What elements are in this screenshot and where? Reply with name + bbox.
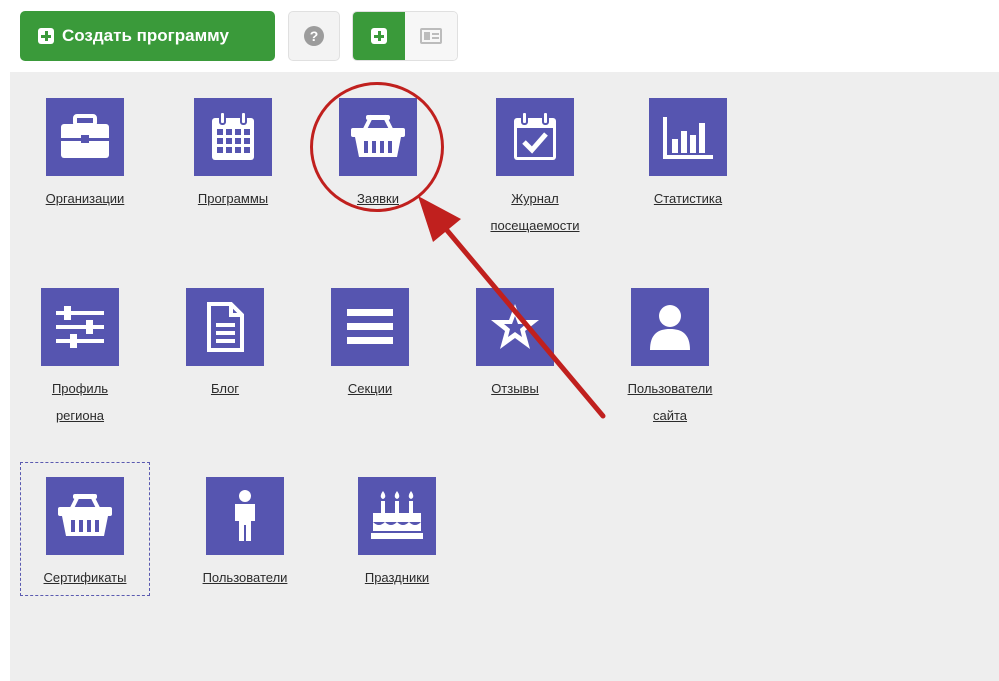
tile-users[interactable]: Пользователи: [190, 477, 300, 591]
tile-label[interactable]: Пользователи сайта: [610, 375, 730, 429]
tile-statistics[interactable]: Статистика: [635, 98, 741, 212]
highlight-circle: [310, 82, 444, 212]
tile-label[interactable]: Сертификаты: [32, 564, 138, 591]
create-program-button[interactable]: Создать программу: [20, 11, 275, 61]
tile-organizations[interactable]: Организации: [32, 98, 138, 212]
tile-label[interactable]: Секции: [317, 375, 423, 402]
add-button[interactable]: [353, 12, 405, 60]
tile-label[interactable]: Отзывы: [462, 375, 568, 402]
toolbar: Создать программу ?: [0, 0, 999, 72]
plus-icon: [371, 28, 387, 44]
calendar-check-icon: [496, 98, 574, 176]
tile-label[interactable]: Статистика: [635, 185, 741, 212]
briefcase-icon: [46, 98, 124, 176]
tile-sections[interactable]: Секции: [317, 288, 423, 402]
user-icon: [631, 288, 709, 366]
sliders-icon: [41, 288, 119, 366]
tile-holidays[interactable]: Праздники: [344, 477, 450, 591]
tile-blog[interactable]: Блог: [172, 288, 278, 402]
plus-icon: [38, 28, 54, 44]
view-toggle-group: [352, 11, 458, 61]
tile-programs[interactable]: Программы: [180, 98, 286, 212]
question-icon: ?: [304, 26, 324, 46]
create-program-label: Создать программу: [62, 26, 229, 45]
card-view-icon: [420, 28, 442, 44]
person-icon: [206, 477, 284, 555]
tile-label[interactable]: Программы: [180, 185, 286, 212]
tile-label[interactable]: Блог: [172, 375, 278, 402]
document-icon: [186, 288, 264, 366]
tile-label[interactable]: Пользователи: [190, 564, 300, 591]
tile-attendance-journal[interactable]: Журнал посещаемости: [478, 98, 592, 239]
tile-label[interactable]: Организации: [32, 185, 138, 212]
star-icon: [476, 288, 554, 366]
tile-region-profile[interactable]: Профиль региона: [27, 288, 133, 429]
help-button[interactable]: ?: [288, 11, 340, 61]
tile-reviews[interactable]: Отзывы: [462, 288, 568, 402]
list-view-button[interactable]: [405, 12, 457, 60]
tile-label[interactable]: Праздники: [344, 564, 450, 591]
tile-label[interactable]: Профиль региона: [27, 375, 133, 429]
tile-certificates[interactable]: Сертификаты: [32, 477, 138, 591]
basket-icon: [46, 477, 124, 555]
list-icon: [331, 288, 409, 366]
cake-icon: [358, 477, 436, 555]
tile-label[interactable]: Журнал посещаемости: [478, 185, 592, 239]
calendar-icon: [194, 98, 272, 176]
bar-chart-icon: [649, 98, 727, 176]
tile-site-users[interactable]: Пользователи сайта: [610, 288, 730, 429]
